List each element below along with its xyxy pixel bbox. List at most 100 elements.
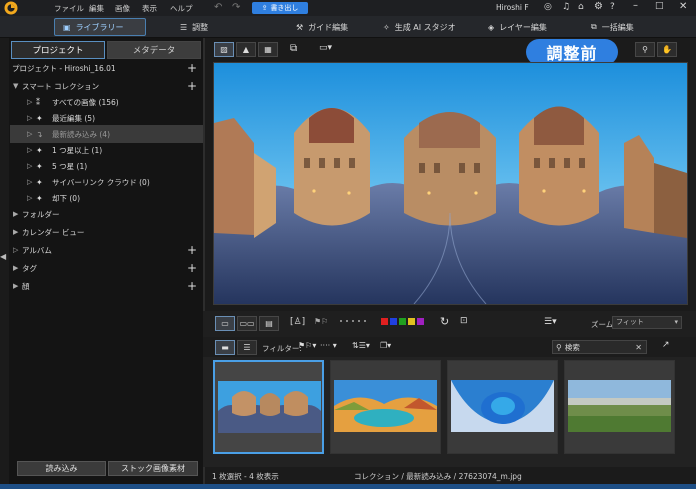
second-display-icon[interactable]: ⧉: [290, 43, 297, 54]
add-face-icon[interactable]: +: [187, 279, 197, 293]
monitor-icon[interactable]: ▭▾: [319, 43, 332, 53]
thumbnail-view-button[interactable]: ▬: [215, 340, 235, 355]
library-icon: ▣: [63, 22, 71, 32]
list-view-button[interactable]: ☰: [237, 340, 257, 355]
add-project-icon[interactable]: +: [187, 61, 197, 75]
pan-tool-button[interactable]: ✋: [657, 42, 677, 57]
add-album-icon[interactable]: +: [187, 243, 197, 257]
multi-view-icon: ▤: [265, 319, 273, 328]
collapse-panel-icon[interactable]: ◀: [0, 252, 9, 266]
layout-multi-button[interactable]: ▤: [259, 316, 279, 331]
chevron-right-icon: ▶: [13, 282, 19, 290]
close-icon[interactable]: ✕: [679, 1, 687, 12]
bell-icon[interactable]: ♫: [562, 2, 570, 12]
menu-help[interactable]: ヘルプ: [170, 3, 193, 14]
chevron-down-icon: ▾: [674, 318, 678, 326]
tree-tag[interactable]: ▶ タグ +: [10, 259, 203, 277]
view-compare-button[interactable]: ▲: [236, 42, 256, 57]
thumbnail-4-image: [568, 380, 671, 432]
import-button[interactable]: 読み込み: [17, 461, 106, 476]
view-grid-button[interactable]: ▦: [258, 42, 278, 57]
filter-flag-dropdown[interactable]: ⚑⚐▾: [298, 341, 316, 350]
thumbnail-4[interactable]: [564, 360, 675, 454]
project-header[interactable]: プロジェクト - Hiroshi_16.01 +: [12, 59, 203, 77]
clear-search-icon[interactable]: ✕: [635, 343, 642, 352]
stock-images-button[interactable]: ストック画像素材: [108, 461, 198, 476]
layout-single-button[interactable]: ▭: [215, 316, 235, 331]
tab-project[interactable]: プロジェクト: [11, 41, 105, 59]
external-link-icon[interactable]: ↗: [662, 340, 670, 350]
chevron-right-icon: ▶: [13, 264, 19, 272]
cart-icon[interactable]: ⌂: [578, 2, 584, 12]
minimize-icon[interactable]: –: [633, 0, 638, 11]
add-tag-icon[interactable]: +: [187, 261, 197, 275]
green-label[interactable]: [399, 318, 406, 325]
chevron-right-icon: ▷: [27, 178, 33, 186]
upload-icon: ⇪: [261, 4, 268, 12]
tab-layer-edit[interactable]: ◈ レイヤー編集: [488, 18, 547, 36]
sparkle-icon: ✦: [36, 145, 43, 155]
tree-calendar[interactable]: ▶ カレンダー ビュー: [10, 223, 203, 241]
view-single-button[interactable]: ▨: [214, 42, 234, 57]
rotate-icon[interactable]: ↻: [440, 315, 449, 328]
tree-face[interactable]: ▶ 顔 +: [10, 277, 203, 295]
tab-library[interactable]: ▣ ライブラリー: [54, 18, 146, 36]
face-tag-icon[interactable]: [♙]: [290, 317, 305, 327]
redo-icon[interactable]: ↷: [232, 2, 240, 13]
chevron-right-icon: ▷: [27, 98, 33, 106]
tree-album[interactable]: ▷ アルバム +: [10, 241, 203, 259]
thumbnail-1[interactable]: [213, 360, 324, 454]
wand-icon: ⚒: [296, 22, 304, 32]
search-input[interactable]: 検索: [565, 342, 580, 353]
chevron-right-icon: ▶: [13, 228, 19, 236]
image-viewer[interactable]: [213, 62, 688, 305]
tree-folder[interactable]: ▶ フォルダー: [10, 205, 203, 223]
images-icon: ⁑: [36, 97, 40, 107]
thumbnail-2[interactable]: [330, 360, 441, 454]
purple-label[interactable]: [417, 318, 424, 325]
color-labels[interactable]: [381, 318, 424, 325]
red-label[interactable]: [381, 318, 388, 325]
search-box[interactable]: ⚲ 検索 ✕: [552, 340, 647, 354]
chevron-right-icon: ▷: [27, 114, 33, 122]
account-icon[interactable]: ◎: [544, 2, 552, 12]
tab-ai-studio[interactable]: ✧ 生成 AI スタジオ: [383, 18, 456, 36]
sort-menu-icon[interactable]: ☰▾: [544, 317, 557, 327]
add-smart-collection-icon[interactable]: +: [187, 79, 197, 93]
menu-image[interactable]: 画像: [115, 3, 130, 14]
undo-icon[interactable]: ↶: [214, 2, 222, 13]
help-icon[interactable]: ?: [610, 2, 615, 12]
sort-dropdown[interactable]: ⇅☰▾: [352, 341, 370, 350]
tab-metadata[interactable]: メタデータ: [107, 41, 201, 59]
crop-compare-icon[interactable]: ⊡: [460, 316, 468, 326]
thumbnails-icon: ▬: [221, 343, 229, 352]
layout-compare-button[interactable]: ▭▭: [237, 316, 257, 331]
tab-guided-edit[interactable]: ⚒ ガイド編集: [296, 18, 348, 36]
menu-edit[interactable]: 編集: [89, 3, 104, 14]
chevron-down-icon: ▼: [13, 82, 19, 90]
zoom-tool-button[interactable]: ⚲: [635, 42, 655, 57]
menu-file[interactable]: ファイル: [54, 3, 84, 14]
chevron-right-icon: ▶: [13, 210, 19, 218]
blue-label[interactable]: [390, 318, 397, 325]
settings-icon[interactable]: ⚙: [594, 1, 603, 12]
flag-icon[interactable]: ⚑⚐: [314, 317, 328, 326]
tab-adjust[interactable]: ☰ 調整: [180, 18, 208, 36]
chevron-right-icon: ▷: [27, 146, 33, 154]
ai-icon: ✧: [383, 22, 390, 32]
layers-icon: ◈: [488, 22, 495, 32]
menu-view[interactable]: 表示: [142, 3, 157, 14]
thumbnail-3[interactable]: [447, 360, 558, 454]
status-bar: 1 枚選択 - 4 枚表示 コレクション / 最新読み込み / 27623074…: [203, 468, 696, 482]
yellow-label[interactable]: [408, 318, 415, 325]
tab-batch-edit[interactable]: ⧉ 一括編集: [591, 18, 634, 36]
selection-count: 1 枚選択 - 4 枚表示: [212, 472, 279, 481]
menu-bar: ファイル 編集 画像 表示 ヘルプ ↶ ↷ ⇪ 書き出し Hiroshi F ◎ …: [0, 0, 696, 16]
rating-dots[interactable]: [338, 320, 368, 322]
bottom-edge: [0, 484, 696, 489]
zoom-select[interactable]: フィット ▾: [612, 316, 682, 329]
filter-rating-dropdown[interactable]: ···· ▾: [320, 341, 337, 350]
stack-dropdown[interactable]: ❐▾: [380, 341, 391, 350]
maximize-icon[interactable]: □: [655, 1, 664, 11]
export-button[interactable]: ⇪ 書き出し: [252, 2, 308, 14]
